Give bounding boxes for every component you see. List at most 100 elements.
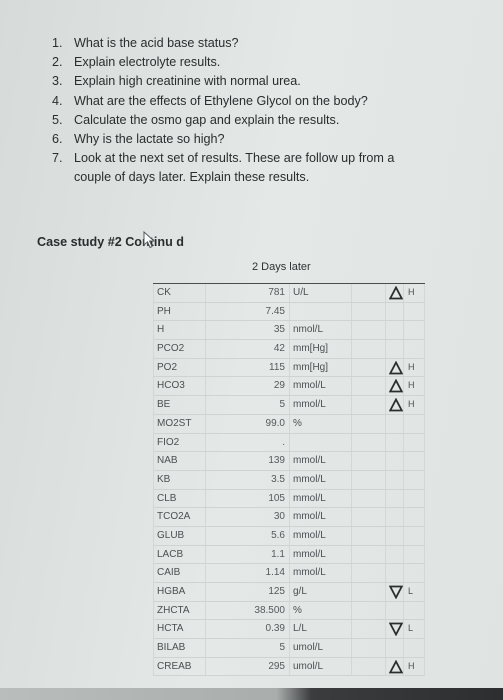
- test-unit: nmol/L: [293, 324, 324, 336]
- question-item: 4. What are the effects of Ethylene Glyco…: [52, 92, 412, 111]
- lab-result-row: H 35 nmol/L: [153, 321, 425, 341]
- test-value: .: [282, 436, 285, 448]
- test-name: HGBA: [157, 586, 186, 597]
- test-value: 38.500: [254, 604, 285, 616]
- test-unit: mmol/L: [293, 548, 326, 560]
- test-value: 781: [268, 287, 285, 298]
- flag-letter: H: [408, 660, 415, 671]
- test-value: 125: [268, 586, 285, 597]
- test-unit: mmol/L: [293, 473, 326, 485]
- lab-result-row: TCO2A 30 mmol/L: [153, 508, 425, 527]
- lab-result-row: HGBA 125 g/L L: [153, 583, 425, 602]
- lab-result-row: CK 781 U/L H: [153, 284, 425, 303]
- test-value: 105: [268, 492, 285, 504]
- flag-letter: H: [408, 287, 415, 297]
- test-value: 5: [279, 399, 285, 411]
- lab-result-row: BE 5 mmol/L H: [153, 396, 425, 415]
- flag-letter: H: [408, 361, 415, 372]
- question-text: What is the acid base status?: [74, 36, 239, 50]
- question-item: 5. Calculate the osmo gap and explain the…: [52, 111, 412, 130]
- test-value: 35: [273, 324, 285, 336]
- lab-result-row: PCO2 42 mm[Hg]: [153, 340, 425, 359]
- test-name: CLB: [157, 492, 177, 504]
- high-flag-triangle-up-icon: [389, 398, 403, 412]
- question-item: 1. What is the acid base status?: [52, 34, 412, 53]
- screen-bottom-edge: [0, 688, 503, 700]
- test-name: HCO3: [157, 380, 185, 392]
- question-text: Calculate the osmo gap and explain the r…: [74, 112, 340, 127]
- test-name: H: [157, 324, 165, 336]
- lab-result-row: CAIB 1.14 mmol/L: [153, 564, 425, 583]
- high-flag-triangle-up-icon: [389, 286, 403, 300]
- lab-result-row: KB 3.5 mmol/L: [153, 471, 425, 490]
- test-unit: mm[Hg]: [293, 343, 328, 355]
- test-value: 30: [273, 511, 285, 523]
- document-page: 1. What is the acid base status? 2. Explai…: [0, 0, 503, 688]
- question-number: 3.: [52, 74, 63, 89]
- lab-result-row: PO2 115 mm[Hg] H: [153, 359, 425, 378]
- question-list: 1. What is the acid base status? 2. Explai…: [52, 34, 412, 188]
- question-number: 7.: [52, 151, 63, 166]
- lab-result-row: MO2ST 99.0%: [153, 415, 425, 434]
- test-value: 0.39: [265, 623, 285, 635]
- test-value: 115: [269, 361, 285, 373]
- test-unit: mmol/L: [293, 511, 326, 523]
- lab-result-row: HCO3 29 mmol/L H: [153, 377, 425, 397]
- test-value: 5.6: [271, 529, 285, 541]
- test-name: FIO2: [157, 436, 180, 448]
- test-value: 5: [279, 642, 285, 654]
- test-value: 42: [273, 343, 285, 355]
- question-number: 2.: [52, 55, 63, 70]
- question-number: 4.: [52, 93, 63, 108]
- test-value: 3.5: [271, 473, 285, 485]
- high-flag-triangle-up-icon: [389, 659, 403, 674]
- lab-result-row: CREAB 295 umol/L H: [153, 658, 425, 677]
- test-value: 139: [268, 455, 285, 467]
- test-name: PCO2: [157, 343, 185, 355]
- test-name: ZHCTA: [157, 604, 190, 616]
- test-name: TCO2A: [157, 511, 191, 523]
- test-unit: umol/L: [293, 642, 324, 654]
- high-flag-triangle-up-icon: [389, 379, 403, 393]
- question-number: 1.: [52, 36, 63, 50]
- test-name: LACB: [157, 548, 184, 560]
- test-unit: g/L: [293, 586, 307, 597]
- test-name: PH: [157, 305, 171, 317]
- test-unit: mmol/L: [293, 455, 326, 467]
- question-text: Why is the lactate so high?: [74, 132, 225, 147]
- test-value: 1.1: [271, 548, 285, 560]
- question-number: 5.: [52, 112, 63, 127]
- question-text: Explain electrolyte results.: [74, 55, 221, 70]
- test-value: 7.45: [265, 305, 285, 317]
- test-name: CREAB: [157, 660, 192, 672]
- high-flag-triangle-up-icon: [389, 360, 403, 375]
- table-caption: 2 Days later: [252, 261, 311, 273]
- question-item: 7. Look at the next set of results. These…: [52, 149, 412, 187]
- low-flag-triangle-down-icon: [389, 585, 403, 599]
- question-number: 6.: [52, 132, 63, 147]
- test-value: 1.14: [265, 567, 285, 579]
- flag-letter: L: [408, 586, 414, 596]
- lab-results-table: CK 781 U/L H PH 7.45 H 35 nmol/L PCO2 42 mm[Hg] PO2 1…: [153, 283, 425, 677]
- lab-result-row: FIO2.: [153, 434, 425, 453]
- question-text: Explain high creatinine with normal urea…: [74, 74, 301, 89]
- test-unit: %: [293, 417, 302, 429]
- test-name: HCTA: [157, 623, 184, 635]
- test-name: PO2: [157, 361, 178, 373]
- test-name: NAB: [157, 455, 178, 467]
- test-name: CK: [157, 287, 171, 298]
- test-unit: U/L: [293, 287, 309, 298]
- lab-result-row: NAB 139 mmol/L: [153, 452, 425, 471]
- lab-result-row: PH 7.45: [153, 303, 425, 322]
- low-flag-triangle-down-icon: [389, 622, 403, 637]
- test-unit: mmol/L: [293, 492, 326, 504]
- test-name: BE: [157, 399, 171, 411]
- test-unit: mmol/L: [293, 380, 326, 392]
- mouse-cursor-icon: [143, 231, 156, 249]
- test-unit: mmol/L: [293, 567, 326, 579]
- test-unit: %: [293, 604, 302, 616]
- lab-result-row: HCTA 0.39 L/L L: [153, 620, 425, 640]
- test-name: CAIB: [157, 567, 181, 579]
- question-text: Look at the next set of results. These a…: [74, 151, 395, 185]
- lab-result-row: GLUB 5.6 mmol/L: [153, 527, 425, 546]
